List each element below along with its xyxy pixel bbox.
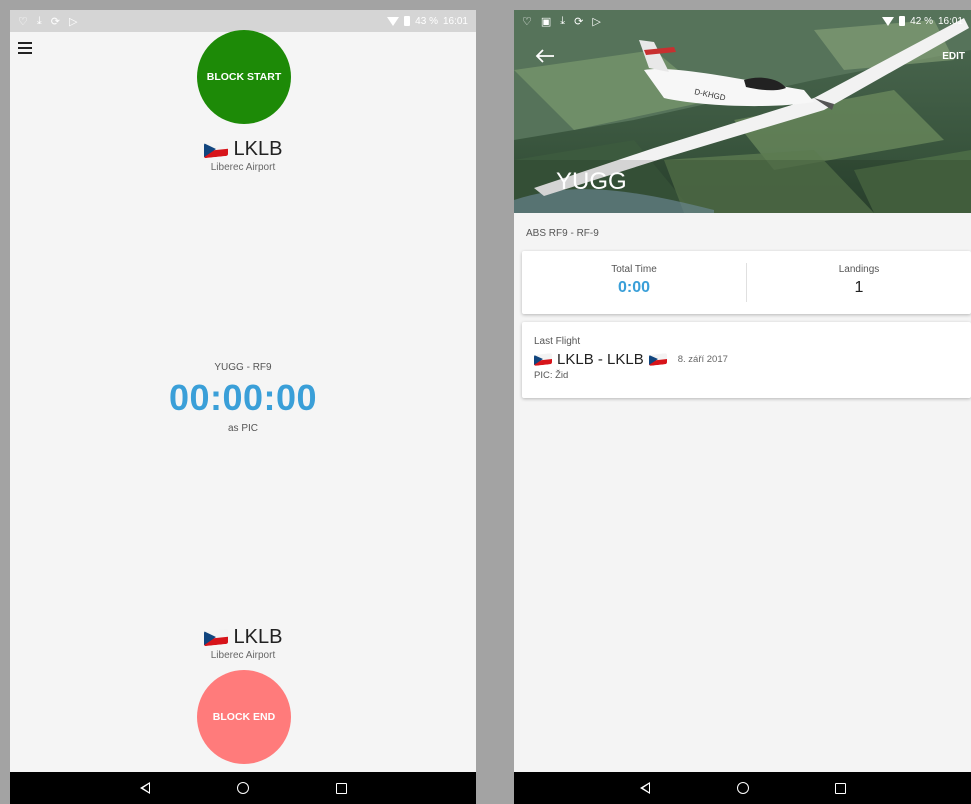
last-flight-route: LKLB - LKLB	[557, 351, 644, 368]
back-arrow-icon[interactable]	[534, 48, 556, 64]
total-time-label: Total Time	[611, 264, 657, 275]
arrival-name: Liberec Airport	[210, 650, 276, 661]
stats-card: Total Time 0:00 Landings 1	[522, 251, 971, 314]
battery-icon	[404, 16, 411, 26]
nav-recents-button[interactable]	[792, 782, 890, 794]
nav-recents-button[interactable]	[292, 782, 390, 794]
block-end-button[interactable]: BLOCK END	[197, 670, 291, 764]
sync-icon: ⟳	[574, 15, 584, 28]
home-icon	[736, 782, 749, 794]
departure-code: LKLB	[233, 138, 283, 160]
czech-flag-icon	[648, 353, 667, 366]
total-time-stat: Total Time 0:00	[522, 251, 746, 314]
battery-icon	[899, 16, 906, 26]
clock: 16:01	[937, 15, 963, 27]
clock: 16:01	[442, 15, 468, 27]
czech-flag-icon	[203, 628, 228, 647]
download-icon: ⤓	[36, 14, 42, 27]
last-flight-card[interactable]: Last Flight LKLB - LKLB 8. září 2017 PIC…	[522, 322, 971, 398]
role-label: as PIC	[227, 423, 258, 434]
block-start-button[interactable]: BLOCK START	[197, 30, 291, 124]
recents-icon	[335, 782, 347, 794]
wifi-icon	[387, 16, 400, 26]
edit-button[interactable]: EDIT	[942, 51, 965, 62]
nav-home-button[interactable]	[694, 782, 792, 794]
status-bar: ♡ ▣ ⤓ ⟳ ▷ 42 % 16:01	[514, 10, 971, 32]
battery-level: 42 %	[910, 15, 933, 27]
landings-value: 1	[854, 279, 864, 296]
aircraft-label: YUGG - RF9	[214, 362, 272, 373]
arrival-code: LKLB	[233, 626, 283, 648]
timer-block: YUGG - RF9 00:00:00 as PIC	[10, 362, 476, 434]
navigation-bar	[10, 772, 476, 804]
home-icon	[237, 782, 249, 794]
landings-label: Landings	[838, 264, 880, 275]
arrival-airport[interactable]: LKLB Liberec Airport	[10, 626, 476, 661]
heart-icon: ♡	[522, 15, 532, 28]
last-flight-date: 8. září 2017	[677, 354, 728, 365]
play-icon: ▷	[592, 15, 601, 28]
navigation-bar	[514, 772, 971, 804]
wifi-icon	[882, 16, 895, 26]
status-bar: ♡ ⤓ ⟳ ▷ 43 % 16:01	[10, 10, 476, 32]
departure-name: Liberec Airport	[210, 162, 276, 173]
nav-back-button[interactable]	[96, 782, 194, 794]
last-flight-label: Last Flight	[534, 336, 581, 347]
aircraft-type: ABS RF9 - RF-9	[526, 228, 599, 239]
last-flight-pic: PIC: Žid	[534, 370, 569, 381]
battery-level: 43 %	[415, 15, 438, 27]
czech-flag-icon	[534, 353, 552, 366]
block-timer: 00:00:00	[168, 377, 318, 418]
play-icon: ▷	[68, 15, 78, 28]
recents-icon	[835, 782, 846, 794]
block-end-label: BLOCK END	[212, 711, 276, 723]
hamburger-menu-icon[interactable]	[18, 42, 32, 54]
aircraft-detail-screen: D-KHGD ♡ ▣ ⤓ ⟳ ▷ 42 % 16:01 EDIT YUGG AB…	[514, 10, 971, 804]
image-icon: ▣	[540, 15, 552, 28]
czech-flag-icon	[203, 140, 228, 159]
block-start-label: BLOCK START	[206, 71, 282, 83]
heart-icon: ♡	[18, 15, 28, 28]
back-icon	[140, 782, 150, 794]
download-icon: ⤓	[560, 14, 566, 27]
back-icon	[639, 782, 650, 794]
total-time-value: 0:00	[617, 279, 651, 296]
landings-stat: Landings 1	[747, 251, 971, 314]
aircraft-title: YUGG	[556, 168, 627, 195]
sync-icon: ⟳	[50, 15, 60, 28]
block-timer-screen: ♡ ⤓ ⟳ ▷ 43 % 16:01 BLOCK START LKLB Libe…	[10, 10, 476, 804]
nav-home-button[interactable]	[194, 782, 292, 794]
departure-airport[interactable]: LKLB Liberec Airport	[10, 138, 476, 173]
nav-back-button[interactable]	[596, 782, 694, 794]
